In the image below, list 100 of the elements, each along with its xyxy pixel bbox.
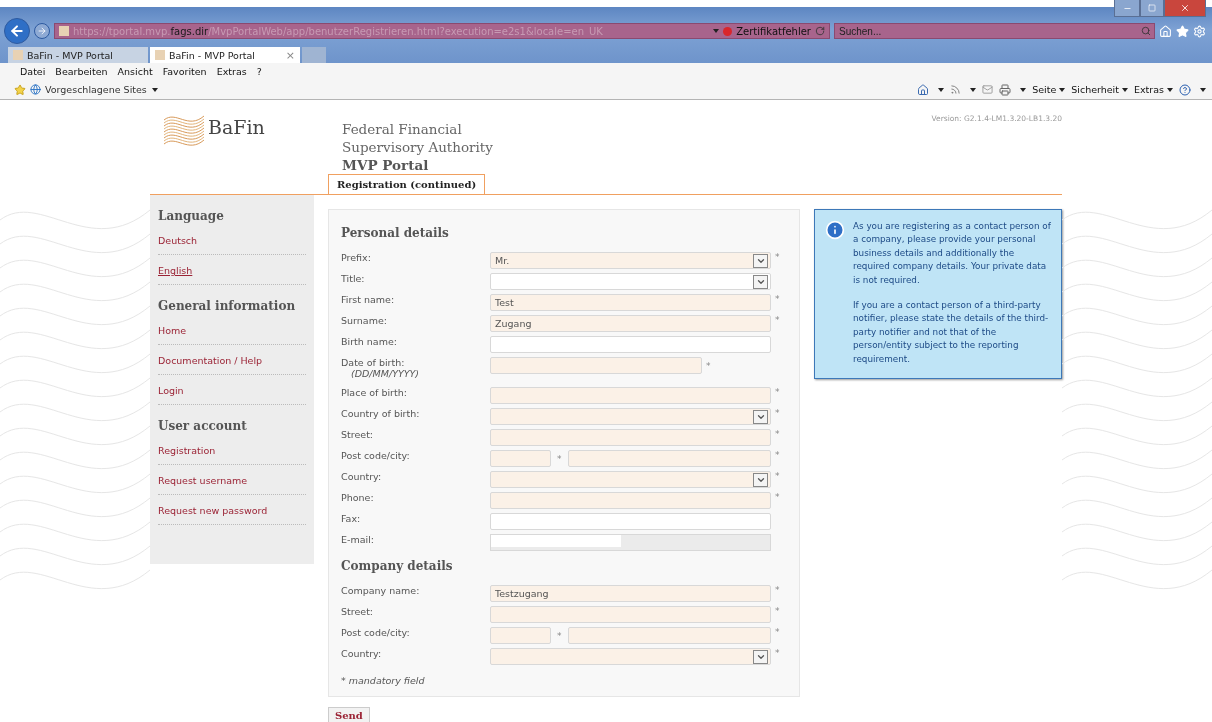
required-mark: * [774, 252, 781, 262]
menu-item[interactable]: Datei [20, 66, 46, 77]
authority-name: Supervisory Authority [342, 138, 494, 156]
field-label: Phone: [341, 492, 375, 503]
maximize-button[interactable] [1140, 0, 1164, 17]
feed-icon[interactable] [950, 84, 962, 95]
menu-item[interactable]: Extras [216, 66, 247, 77]
sidebar-link[interactable]: English [158, 261, 306, 285]
back-button[interactable] [4, 18, 30, 44]
section-title: Personal details [341, 226, 450, 240]
sidebar-heading: User account [158, 418, 248, 435]
menu-item[interactable]: Favoriten [162, 66, 207, 77]
command-menu[interactable]: Extras [1133, 84, 1173, 95]
close-icon [1180, 3, 1190, 13]
mail-icon[interactable] [982, 84, 994, 95]
dropdown-field[interactable] [490, 273, 771, 290]
dropdown-field[interactable] [490, 408, 771, 425]
sidebar-link[interactable]: Request new password [158, 501, 306, 525]
field-label: E-mail: [341, 534, 375, 545]
minimize-button[interactable] [1114, 0, 1140, 17]
command-menu[interactable]: Sicherheit [1071, 84, 1128, 95]
input-field[interactable] [490, 387, 771, 404]
star-icon[interactable] [1176, 24, 1189, 38]
menu-item[interactable]: Bearbeiten [55, 66, 108, 77]
field-label: Birth name: [341, 336, 398, 347]
settings-icon[interactable] [1193, 24, 1206, 38]
section-title: Company details [341, 559, 454, 573]
sidebar-link[interactable]: Registration [158, 441, 306, 465]
sidebar-link[interactable]: Request username [158, 471, 306, 495]
input-field[interactable]: Testzugang [490, 585, 771, 602]
sidebar-heading: Language [158, 208, 225, 225]
dropdown-field[interactable] [490, 471, 771, 488]
required-mark: * [774, 471, 781, 481]
required-mark: * [705, 360, 711, 371]
menu-item[interactable]: ? [256, 66, 262, 77]
search-icon[interactable] [1141, 26, 1151, 36]
send-button[interactable]: Send [328, 707, 370, 722]
field-label: Title: [341, 273, 366, 284]
field-label: Company name: [341, 585, 421, 596]
input-field[interactable] [490, 513, 771, 530]
field-label: Street: [341, 429, 375, 440]
error-icon [723, 26, 733, 36]
input-field[interactable] [490, 606, 771, 623]
sidebar-link[interactable]: Home [158, 321, 306, 345]
page-icon [59, 26, 69, 36]
input-field[interactable] [490, 492, 771, 509]
required-mark: * [774, 450, 781, 460]
command-menu[interactable]: Seite [1032, 84, 1066, 95]
close-tab-icon[interactable]: × [285, 48, 295, 62]
home-icon[interactable] [917, 83, 930, 96]
forward-button[interactable] [34, 23, 50, 39]
info-icon [825, 220, 845, 240]
refresh-icon[interactable] [815, 26, 825, 36]
field-label: Prefix: [341, 252, 372, 263]
search-field[interactable]: Suchen... [834, 23, 1155, 39]
date-field[interactable] [490, 357, 702, 374]
required-mark: * [774, 408, 781, 418]
input-field[interactable]: Zugang [490, 315, 771, 332]
sidebar-link[interactable]: Deutsch [158, 231, 306, 255]
field-label: Fax: [341, 513, 362, 524]
required-mark: * [556, 630, 563, 641]
menu-item[interactable]: Ansicht [117, 66, 153, 77]
address-bar[interactable]: https://tportal.mvp.fags.dir/MvpPortalWeb/app/benutzerRegistrieren.html?execution=e2s1&locale=en_UK Zertifikatfehler [54, 23, 830, 39]
sidebar-link[interactable]: Documentation / Help [158, 351, 306, 375]
caret-icon[interactable] [938, 87, 945, 92]
input-field[interactable] [490, 336, 771, 353]
sidebar-heading: General information [158, 298, 297, 315]
browser-tab[interactable]: BaFin - MVP Portal × [150, 47, 300, 63]
input-field[interactable] [490, 429, 771, 446]
required-mark: * [774, 606, 781, 616]
field-label: Street: [341, 606, 375, 617]
mandatory-note: * mandatory field [341, 675, 425, 686]
input-field[interactable]: Test [490, 294, 771, 311]
field-label: Place of birth: [341, 387, 408, 398]
field-label: Post code/city: [341, 450, 411, 461]
postcode-field[interactable] [490, 450, 552, 467]
caret-icon[interactable] [1200, 87, 1206, 92]
caret-icon[interactable] [1020, 87, 1027, 92]
dropdown-field[interactable]: Mr. [490, 252, 771, 269]
caret-icon[interactable] [970, 87, 977, 92]
city-field[interactable] [567, 627, 771, 644]
field-label: Surname: [341, 315, 388, 326]
field-label: Date of birth: [341, 357, 406, 368]
date-format-hint: (DD/MM/YYYY) [350, 368, 421, 379]
required-mark: * [774, 294, 781, 304]
dropdown-field[interactable] [490, 648, 771, 665]
required-mark: * [556, 453, 563, 464]
print-icon[interactable] [999, 83, 1012, 96]
favorites-star-icon[interactable] [14, 83, 26, 96]
city-field[interactable] [567, 450, 771, 467]
authority-name: Federal Financial [342, 120, 463, 138]
certificate-error-text[interactable]: Zertifikatfehler [736, 25, 811, 37]
page-tab[interactable]: Registration (continued) [328, 174, 486, 194]
postcode-field[interactable] [490, 627, 552, 644]
portal-title: MVP Portal [342, 156, 430, 174]
sidebar-link[interactable]: Login [158, 381, 306, 405]
info-text: As you are registering as a contact person of a company, please provide your personal business details and additionally the required company details. Your private data is not required. [853, 220, 1052, 287]
help-icon[interactable] [1179, 83, 1191, 96]
browser-tab[interactable]: BaFin - MVP Portal [8, 47, 148, 63]
favorites-link[interactable]: Vorgeschlagene Sites [45, 84, 158, 95]
